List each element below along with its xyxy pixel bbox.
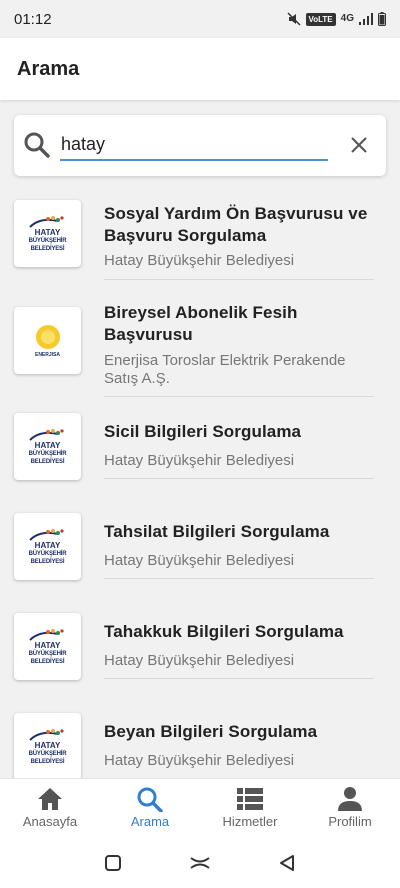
list-icon <box>237 788 263 810</box>
search-icon <box>24 132 50 158</box>
item-title: Sosyal Yardım Ön Başvurusu ve Başvuru So… <box>104 204 368 245</box>
list-item[interactable]: HATAY BÜYÜKŞEHİR BELEDİYESİ Beyan Bilgil… <box>0 712 400 778</box>
hatay-logo: HATAY BÜYÜKŞEHİR BELEDİYESİ <box>14 713 81 778</box>
status-time: 01:12 <box>14 10 52 28</box>
divider <box>104 396 374 397</box>
status-icons: VoLTE 4G <box>286 12 386 26</box>
hatay-emblem-icon <box>28 528 64 541</box>
item-subtitle: Hatay Büyükşehir Belediyesi <box>104 652 295 669</box>
divider <box>104 578 374 579</box>
nav-home-label: Anasayfa <box>22 814 78 829</box>
search-box <box>14 115 386 176</box>
nav-services[interactable]: Hizmetler <box>200 779 300 838</box>
enerjisa-logo: ENERJISA <box>14 307 81 374</box>
nav-services-label: Hizmetler <box>222 814 278 829</box>
back-triangle-icon <box>279 855 294 871</box>
hatay-emblem-icon <box>28 215 64 228</box>
volte-badge: VoLTE <box>305 12 336 26</box>
nav-profile[interactable]: Profilim <box>300 779 400 838</box>
item-subtitle: Hatay Büyükşehir Belediyesi <box>104 252 295 269</box>
item-title: Beyan Bilgileri Sorgulama <box>104 722 318 741</box>
item-subtitle: Hatay Büyükşehir Belediyesi <box>104 752 295 769</box>
item-title: Bireysel Abonelik Fesih Başvurusu <box>104 303 298 344</box>
search-icon <box>137 787 163 812</box>
status-bar: 01:12 VoLTE 4G <box>0 0 400 38</box>
divider <box>104 279 374 280</box>
item-subtitle: Enerjisa Toroslar Elektrik Perakende Sat… <box>104 352 346 387</box>
nav-search[interactable]: Arama <box>100 779 200 838</box>
network-type: 4G <box>340 13 354 24</box>
list-item[interactable]: ENERJISA Bireysel Abonelik Fesih Başvuru… <box>0 296 400 412</box>
list-item[interactable]: HATAY BÜYÜKŞEHİR BELEDİYESİ Tahakkuk Bil… <box>0 612 400 712</box>
app-bar: Arama <box>0 38 400 100</box>
system-nav-bar <box>0 838 400 888</box>
close-icon[interactable] <box>349 135 369 155</box>
list-item[interactable]: HATAY BÜYÜKŞEHİR BELEDİYESİ Sicil Bilgil… <box>0 412 400 512</box>
hatay-logo: HATAY BÜYÜKŞEHİR BELEDİYESİ <box>14 200 81 267</box>
divider <box>104 478 374 479</box>
home-button[interactable] <box>180 843 220 883</box>
hatay-logo: HATAY BÜYÜKŞEHİR BELEDİYESİ <box>14 413 81 480</box>
nav-profile-label: Profilim <box>328 814 372 829</box>
signal-icon <box>359 13 373 25</box>
hatay-emblem-icon <box>28 628 64 641</box>
person-icon <box>338 787 362 811</box>
item-subtitle: Hatay Büyükşehir Belediyesi <box>104 452 295 469</box>
page-title: Arama <box>17 57 80 80</box>
nav-home[interactable]: Anasayfa <box>0 779 100 838</box>
bottom-nav: Anasayfa Arama Hizmetler Profilim <box>0 778 400 838</box>
list-item[interactable]: HATAY BÜYÜKŞEHİR BELEDİYESİ Sosyal Yardı… <box>0 190 400 296</box>
sun-icon <box>35 324 60 349</box>
battery-icon <box>378 12 386 26</box>
home-gesture-icon <box>190 857 210 869</box>
hatay-emblem-icon <box>28 428 64 441</box>
item-title: Tahsilat Bilgileri Sorgulama <box>104 522 330 541</box>
item-title: Tahakkuk Bilgileri Sorgulama <box>104 622 344 641</box>
list-item[interactable]: HATAY BÜYÜKŞEHİR BELEDİYESİ Tahsilat Bil… <box>0 512 400 612</box>
back-button[interactable] <box>267 843 307 883</box>
search-input[interactable] <box>60 129 328 161</box>
results-list: HATAY BÜYÜKŞEHİR BELEDİYESİ Sosyal Yardı… <box>0 190 400 778</box>
divider <box>104 678 374 679</box>
mute-icon <box>286 12 301 26</box>
recents-button[interactable] <box>93 843 133 883</box>
home-icon <box>38 788 62 810</box>
square-icon <box>105 855 122 871</box>
hatay-emblem-icon <box>28 728 64 741</box>
item-title: Sicil Bilgileri Sorgulama <box>104 422 302 441</box>
hatay-logo: HATAY BÜYÜKŞEHİR BELEDİYESİ <box>14 613 81 680</box>
hatay-logo: HATAY BÜYÜKŞEHİR BELEDİYESİ <box>14 513 81 580</box>
nav-search-label: Arama <box>130 814 170 829</box>
item-subtitle: Hatay Büyükşehir Belediyesi <box>104 552 295 569</box>
